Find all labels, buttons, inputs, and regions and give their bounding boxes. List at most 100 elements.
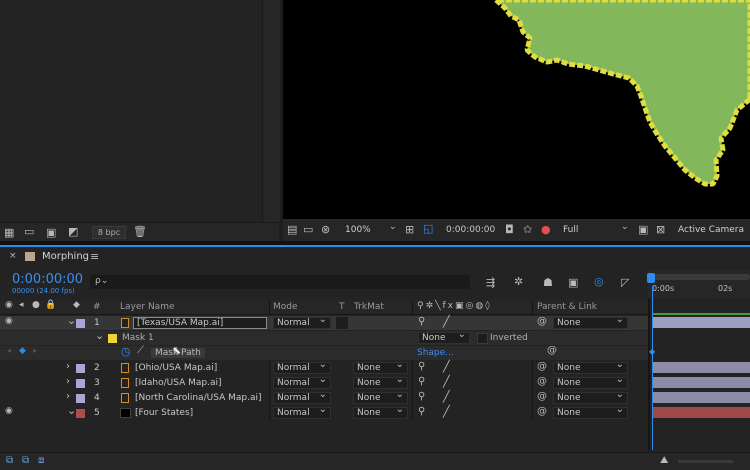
parent-dropdown[interactable]: None	[553, 390, 628, 404]
viewer-timecode[interactable]: 0:00:00:00	[446, 225, 495, 235]
pickwhip-icon[interactable]: @	[537, 377, 547, 387]
layer-name[interactable]: [North Carolina/USA Map.ai]	[135, 393, 261, 403]
parent-dropdown[interactable]: None	[553, 315, 628, 329]
shy-switch-icon[interactable]: ⚲	[418, 377, 425, 387]
expand-chevron-icon[interactable]: ⌄	[95, 329, 104, 342]
visibility-eye-icon[interactable]: ◉	[5, 317, 13, 326]
mask-path-value[interactable]: Shape...	[417, 348, 454, 358]
chevron-down-icon[interactable]: ⌄	[389, 222, 397, 232]
shy-switch-icon[interactable]: ⚲	[418, 392, 425, 402]
pickwhip-icon[interactable]: @	[537, 362, 547, 372]
solo-icon[interactable]: ●	[32, 301, 40, 310]
inverted-checkbox[interactable]	[477, 333, 488, 344]
mode-dropdown[interactable]: Normal	[273, 405, 331, 419]
mask-name[interactable]: Mask 1	[122, 333, 154, 343]
shy-switch-icon[interactable]: ⚲	[418, 407, 425, 417]
keyframe-diamond-icon[interactable]: ◆	[19, 347, 26, 356]
playhead-line[interactable]	[652, 286, 653, 450]
quality-slash-icon[interactable]: ╱	[443, 361, 450, 372]
mask-path-row[interactable]: ◂ ◆ ▸ ◷ ⟋ Mask Path ⬉ Shape... @	[0, 345, 648, 360]
project-list[interactable]	[0, 0, 262, 222]
always-preview-icon[interactable]: ▤	[287, 224, 297, 235]
layer-name[interactable]: [Idaho/USA Map.ai]	[135, 378, 222, 388]
collapse-chevron-icon[interactable]: ›	[66, 361, 70, 372]
mask-color-swatch[interactable]	[108, 334, 117, 343]
bit-depth-button[interactable]: 8 bpc	[92, 226, 126, 239]
in-out-toggle-icon[interactable]: ⧈	[38, 456, 44, 466]
pickwhip-icon[interactable]: @	[537, 392, 547, 402]
region-of-interest-icon[interactable]: ▣	[638, 224, 648, 235]
pickwhip-icon[interactable]: @	[547, 346, 557, 356]
monitor-icon[interactable]: ▭	[303, 224, 313, 235]
camera-value[interactable]: Active Camera	[678, 225, 744, 235]
motion-blur-icon[interactable]: ◎	[594, 276, 604, 287]
label-color-swatch[interactable]	[76, 379, 85, 388]
timeline-splitter[interactable]	[648, 298, 650, 450]
layer-bar-5[interactable]	[652, 407, 750, 418]
pickwhip-icon[interactable]: @	[537, 407, 547, 417]
layer-row-1[interactable]: ◉ ⌄ 1 [Texas/USA Map.ai] Normal ⚲ ╱ @ No…	[0, 314, 648, 330]
shy-switch-icon[interactable]: ⚲	[418, 362, 425, 372]
playhead-handle[interactable]	[647, 273, 655, 283]
pickwhip-icon[interactable]: @	[537, 317, 547, 327]
project-scrollbar[interactable]	[262, 0, 280, 222]
lock-icon[interactable]: 🔒	[45, 301, 56, 310]
collapse-chevron-icon[interactable]: ›	[66, 391, 70, 402]
snapshot-icon[interactable]: ◘	[505, 224, 514, 235]
mode-dropdown[interactable]: Normal	[273, 315, 331, 329]
keyframe-next-icon[interactable]: ▸	[33, 347, 37, 355]
parent-dropdown[interactable]: None	[553, 405, 628, 419]
shy-layers-icon[interactable]: ☗	[543, 277, 553, 288]
quality-slash-icon[interactable]: ╱	[443, 376, 450, 387]
layer-name[interactable]: [Texas/USA Map.ai]	[133, 317, 267, 329]
keyframe-prev-icon[interactable]: ◂	[7, 347, 11, 355]
audio-icon[interactable]: ◂	[19, 301, 24, 310]
graph-editor-icon[interactable]: ◸	[621, 277, 629, 288]
layer-bar-1[interactable]	[652, 317, 750, 328]
shy-switch-icon[interactable]: ⚲	[418, 317, 425, 327]
time-ruler[interactable]: 0:00s 02s	[648, 270, 750, 298]
new-folder-icon[interactable]: ▭	[24, 226, 34, 237]
comp-mini-flowchart-icon[interactable]: ⇶	[486, 277, 495, 288]
trkmat-dropdown[interactable]: None	[353, 360, 408, 374]
trkmat-dropdown[interactable]: None	[353, 390, 408, 404]
panel-menu-icon[interactable]: ≡	[90, 251, 99, 262]
fit-frame-icon[interactable]: ⊞	[405, 224, 414, 235]
eye-icon[interactable]: ◉	[5, 301, 13, 310]
parent-dropdown[interactable]: None	[553, 360, 628, 374]
preserve-transparency-toggle[interactable]	[336, 317, 348, 329]
interpret-footage-icon[interactable]: ▦	[4, 227, 14, 238]
mask-visibility-icon[interactable]: ◱	[423, 223, 433, 234]
layer-row-5[interactable]: ◉ ⌄ 5 [Four States] Normal None ⚲ ╱ @ No…	[0, 404, 648, 420]
layer-bar-4[interactable]	[652, 392, 750, 403]
layer-name[interactable]: [Four States]	[135, 408, 193, 418]
zoom-value[interactable]: 100%	[345, 225, 371, 235]
color-swatch-icon[interactable]: ◩	[68, 226, 78, 237]
frame-blending-icon[interactable]: ▣	[568, 277, 578, 288]
mode-dropdown[interactable]: Normal	[273, 375, 331, 389]
resolution-value[interactable]: Full	[563, 225, 578, 235]
collapse-chevron-icon[interactable]: ›	[66, 376, 70, 387]
channel-icon[interactable]: ●	[541, 224, 551, 235]
layer-bar-3[interactable]	[652, 377, 750, 388]
close-icon[interactable]: ×	[9, 252, 17, 261]
current-timecode[interactable]: 0:00:00:00	[12, 272, 83, 287]
label-color-swatch[interactable]	[76, 394, 85, 403]
vr-goggles-icon[interactable]: ⊗	[321, 224, 330, 235]
trash-icon[interactable]: 🗑	[133, 226, 147, 237]
label-color-swatch[interactable]	[76, 319, 85, 328]
work-area-bar[interactable]	[650, 274, 750, 280]
draft-3d-icon[interactable]: ✲	[514, 276, 523, 287]
quality-slash-icon[interactable]: ╱	[443, 406, 450, 417]
layer-name[interactable]: [Ohio/USA Map.ai]	[135, 363, 217, 373]
label-icon[interactable]: ◆	[73, 301, 80, 310]
layer-bar-2[interactable]	[652, 362, 750, 373]
chevron-down-icon[interactable]: ⌄	[621, 222, 629, 232]
zoom-out-icon[interactable]: ⛰	[660, 456, 668, 466]
search-input[interactable]: ρ⌄	[90, 275, 470, 289]
label-color-swatch[interactable]	[76, 409, 85, 418]
quality-slash-icon[interactable]: ╱	[443, 316, 450, 327]
transfer-controls-toggle-icon[interactable]: ⧉	[22, 456, 29, 466]
visibility-eye-icon[interactable]: ◉	[5, 407, 13, 416]
quality-slash-icon[interactable]: ╱	[443, 391, 450, 402]
